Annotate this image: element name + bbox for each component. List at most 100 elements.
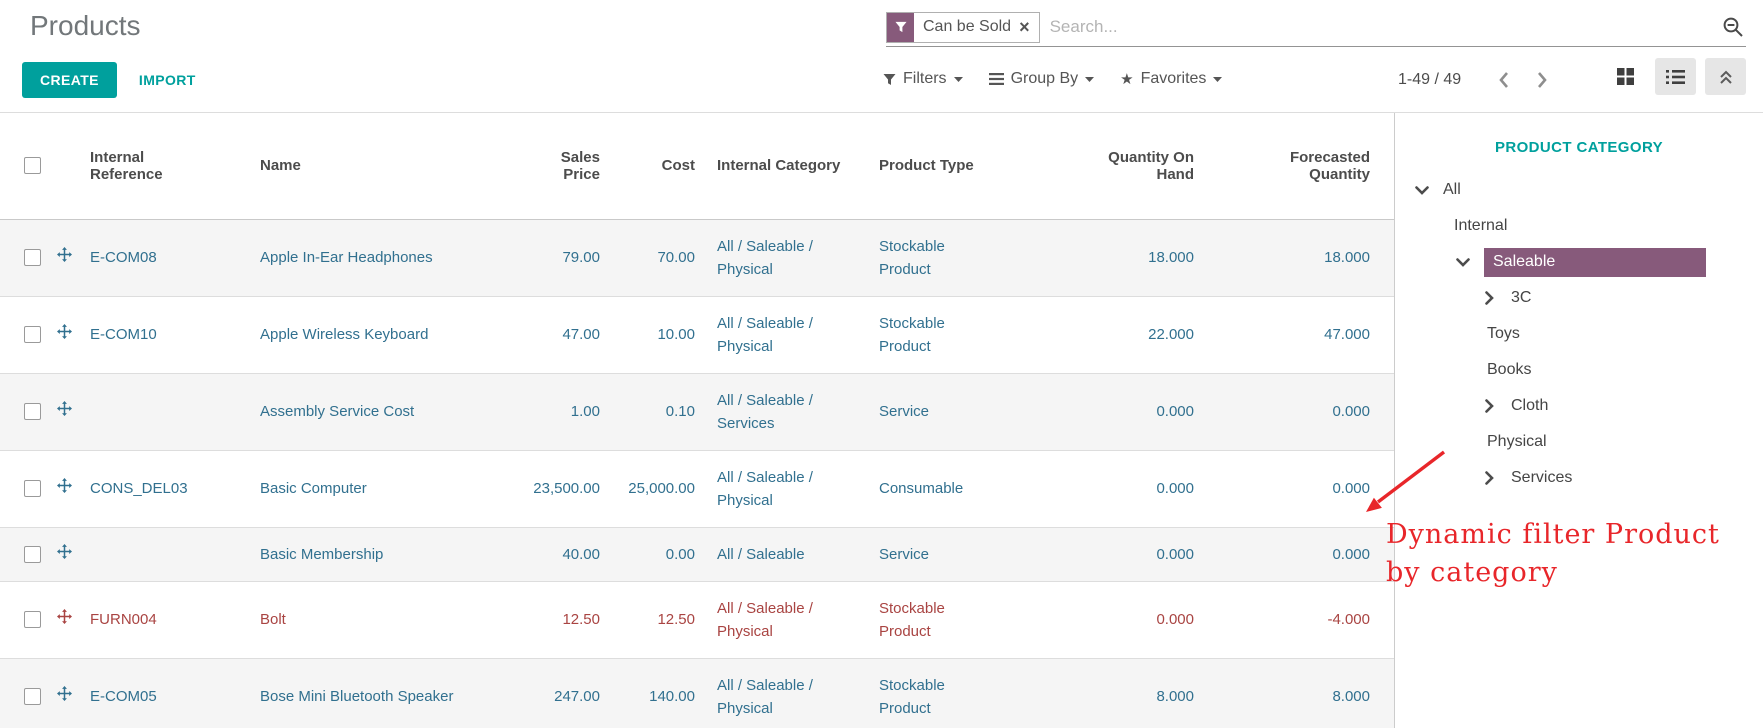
page-title: Products [30,10,141,42]
category-item-books[interactable]: Books [1395,352,1763,388]
table-row[interactable]: E-COM10 Apple Wireless Keyboard 47.00 10… [0,296,1394,373]
cell-internal-reference: E-COM08 [90,219,260,296]
collapse-panel-button[interactable] [1705,58,1746,95]
chevron-right-icon[interactable] [1481,290,1498,307]
cell-cost: 0.00 [608,527,703,581]
cell-name: Bolt [260,581,508,658]
category-item-3c[interactable]: 3C [1395,280,1763,316]
table-row[interactable]: FURN004 Bolt 12.50 12.50 All / Saleable … [0,581,1394,658]
group-by-label: Group By [1011,70,1079,88]
drag-handle-icon[interactable] [57,247,72,262]
caret-down-icon [1085,77,1094,82]
category-item-toys[interactable]: Toys [1395,316,1763,352]
row-checkbox[interactable] [24,688,41,705]
row-checkbox[interactable] [24,326,41,343]
favorites-label: Favorites [1141,70,1207,88]
column-internal-category[interactable]: Internal Category [703,113,863,219]
annotation-text: Dynamic filter Product by category [1386,516,1720,592]
table-row[interactable]: CONS_DEL03 Basic Computer 23,500.00 25,0… [0,450,1394,527]
row-checkbox[interactable] [24,403,41,420]
category-item-saleable[interactable]: Saleable [1395,244,1763,280]
table-row[interactable]: E-COM08 Apple In-Ear Headphones 79.00 70… [0,219,1394,296]
drag-handle-icon[interactable] [57,544,72,559]
filters-label: Filters [903,70,947,88]
row-checkbox[interactable] [24,480,41,497]
drag-handle-icon[interactable] [57,478,72,493]
column-internal-reference[interactable]: Internal Reference [90,113,260,219]
category-item-internal[interactable]: Internal [1395,208,1763,244]
search-facet[interactable]: Can be Sold × [886,12,1040,43]
filters-dropdown[interactable]: Filters [883,70,963,88]
facet-remove-icon[interactable]: × [1019,18,1030,36]
cell-forecasted-quantity: -4.000 [1202,581,1370,658]
drag-handle-icon[interactable] [57,401,72,416]
category-item-cloth[interactable]: Cloth [1395,388,1763,424]
chevron-right-icon[interactable] [1481,398,1498,415]
cell-sales-price: 47.00 [508,296,608,373]
cell-internal-category: All / Saleable / Physical [703,296,863,373]
cell-internal-reference: E-COM10 [90,296,260,373]
category-item-all[interactable]: All [1395,172,1763,208]
search-icon[interactable] [1722,16,1744,38]
cell-internal-category: All / Saleable / Physical [703,581,863,658]
cell-forecasted-quantity: 18.000 [1202,219,1370,296]
column-product-type[interactable]: Product Type [863,113,993,219]
drag-handle-icon[interactable] [57,686,72,701]
table-row[interactable]: Assembly Service Cost 1.00 0.10 All / Sa… [0,373,1394,450]
row-checkbox[interactable] [24,611,41,628]
cell-name: Assembly Service Cost [260,373,508,450]
cell-quantity-on-hand: 22.000 [993,296,1202,373]
cell-forecasted-quantity: 47.000 [1202,296,1370,373]
caret-down-icon [1213,77,1222,82]
cell-name: Basic Membership [260,527,508,581]
products-list: Internal Reference Name Sales Price Cost… [0,113,1394,728]
table-row[interactable]: Basic Membership 40.00 0.00 All / Saleab… [0,527,1394,581]
cell-sales-price: 40.00 [508,527,608,581]
column-quantity-on-hand[interactable]: Quantity On Hand [993,113,1202,219]
select-all-checkbox[interactable] [24,157,41,174]
pager-previous-button[interactable] [1495,68,1513,92]
drag-handle-icon[interactable] [57,609,72,624]
column-cost[interactable]: Cost [608,113,703,219]
cell-product-type: Stockable Product [863,581,993,658]
search-input[interactable] [1050,8,1722,46]
create-button[interactable]: CREATE [22,62,117,98]
drag-handle-icon[interactable] [57,324,72,339]
cell-name: Bose Mini Bluetooth Speaker [260,658,508,728]
import-button[interactable]: IMPORT [139,72,196,88]
table-row[interactable]: E-COM05 Bose Mini Bluetooth Speaker 247.… [0,658,1394,728]
caret-down-icon[interactable] [1454,254,1471,271]
cell-internal-reference: FURN004 [90,581,260,658]
category-panel-title: PRODUCT CATEGORY [1395,113,1763,172]
pager-next-button[interactable] [1533,68,1551,92]
column-forecasted-quantity[interactable]: Forecasted Quantity [1202,113,1370,219]
cell-internal-category: All / Saleable / Physical [703,219,863,296]
row-checkbox[interactable] [24,546,41,563]
category-item-physical[interactable]: Physical [1395,424,1763,460]
group-by-dropdown[interactable]: Group By [989,70,1095,88]
list-view-button[interactable] [1655,58,1696,95]
search-bar[interactable]: Can be Sold × [886,8,1746,47]
cell-internal-category: All / Saleable / Physical [703,658,863,728]
cell-forecasted-quantity: 0.000 [1202,527,1370,581]
caret-down-icon [954,77,963,82]
kanban-view-icon [1617,68,1634,85]
cell-product-type: Consumable [863,450,993,527]
list-lines-icon [989,73,1004,85]
category-panel: PRODUCT CATEGORY All Internal Saleable 3… [1394,113,1763,728]
kanban-view-button[interactable] [1605,58,1646,95]
filter-icon [883,73,896,86]
column-sales-price[interactable]: Sales Price [508,113,608,219]
favorites-dropdown[interactable]: ★ Favorites [1120,70,1222,88]
cell-product-type: Stockable Product [863,296,993,373]
category-item-services[interactable]: Services [1395,460,1763,496]
column-name[interactable]: Name [260,113,508,219]
cell-sales-price: 247.00 [508,658,608,728]
row-checkbox[interactable] [24,249,41,266]
cell-product-type: Stockable Product [863,219,993,296]
caret-down-icon[interactable] [1413,182,1430,199]
cell-cost: 0.10 [608,373,703,450]
cell-sales-price: 23,500.00 [508,450,608,527]
chevron-right-icon[interactable] [1481,470,1498,487]
cell-internal-reference: E-COM05 [90,658,260,728]
